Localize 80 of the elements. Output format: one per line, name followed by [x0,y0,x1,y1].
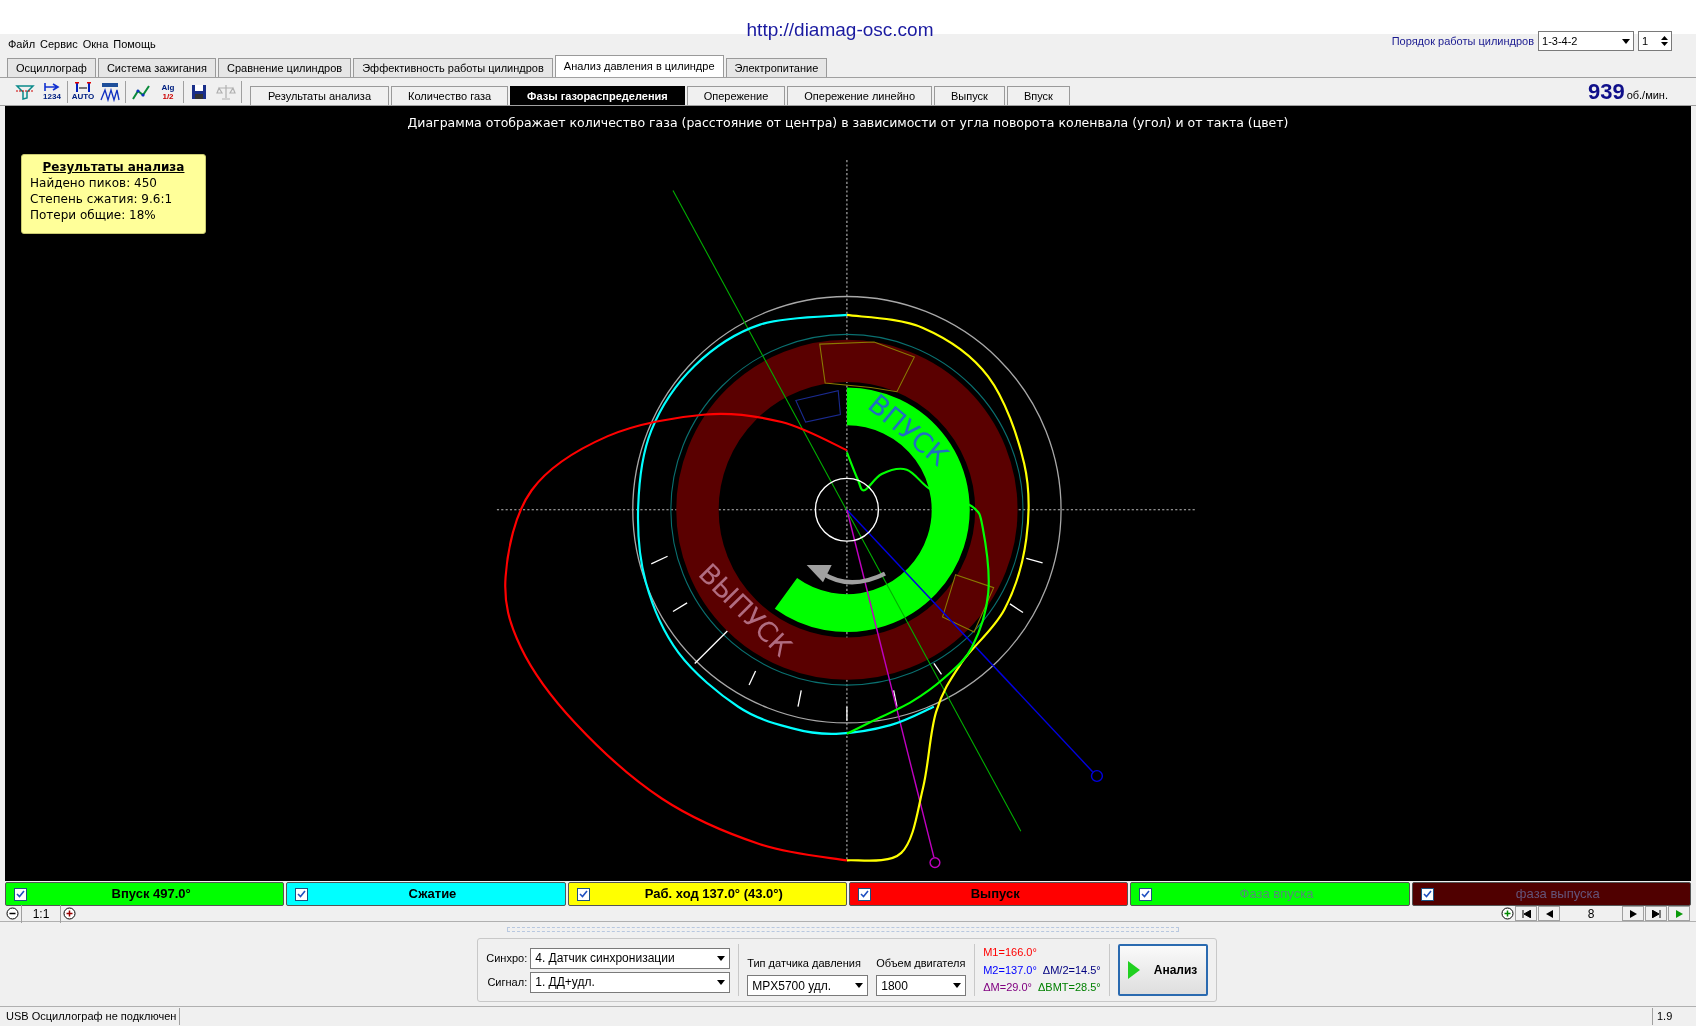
marker-reading: M1=166.0° [983,945,1037,961]
spin-arrows-icon [1661,35,1668,47]
triangle-right-icon [1629,909,1637,918]
tab[interactable]: Система зажигания [97,58,216,77]
caret-icon [953,983,962,988]
legend-label: Сжатие [407,885,458,904]
next-button[interactable] [1622,906,1644,921]
previous-button[interactable] [1538,906,1560,921]
results-line: Потери общие: 18% [30,207,157,223]
checkbox[interactable] [1420,887,1434,901]
menu-item[interactable]: Файл [8,35,36,52]
sensor-type-label: Тип датчика давления [747,955,862,971]
checkbox[interactable] [1139,887,1153,901]
tab[interactable]: Количество газа [391,86,509,105]
tab[interactable]: Эффективность работы цилиндров [353,58,553,77]
tab[interactable]: Выпуск [934,86,1005,105]
tab[interactable]: Опережение [686,86,786,105]
signal-label: Сигнал: [487,974,528,990]
tab[interactable]: Электропитание [725,58,828,77]
version-label: 1.9 [1652,1008,1696,1025]
engine-volume-select[interactable]: 1800 [876,975,967,996]
checkbox[interactable] [858,887,871,901]
triangle-left-icon [1545,909,1553,918]
diagram-caption: Диаграмма отображает количество газа (расстояние от центра) в зависимости от угла поворота коленвала (угол) и от такта (цвет) [407,114,1289,132]
cylinder-spinner[interactable]: 1 [1638,31,1672,51]
play-icon [1675,909,1683,918]
marker-reading: ΔM=29.0° [983,980,1032,996]
website-url[interactable]: http://diamag-osc.com [746,15,934,44]
marker-reading: ΔM/2=14.5° [1042,962,1101,978]
tab[interactable]: Сравнение цилиндров [218,58,352,77]
frame-number: 8 [1586,905,1596,923]
zoom-in-icon[interactable] [63,907,76,920]
sync-label: Синхро: [486,950,528,966]
legend-label: Впуск 497.0° [110,885,192,904]
legend-label: Выпуск [969,885,1021,904]
caret-icon [717,979,726,985]
first-button[interactable] [1515,906,1537,921]
caret-icon [717,955,726,961]
center-circle [814,477,880,542]
menu-item[interactable]: Окна [82,35,109,52]
sector-outline [941,574,995,633]
peaks-icon[interactable] [99,80,121,103]
skip-forward-icon [1651,909,1661,918]
results-title: Результаты анализа [41,159,186,175]
tab[interactable]: Фазы газораспределения [510,86,685,105]
cylinder-order-select[interactable]: 1-3-4-2 [1538,31,1634,51]
tab[interactable]: Впуск [1006,86,1070,105]
engine-volume-label: Объем двигателя [876,955,967,971]
tab[interactable]: Результаты анализа [250,86,390,105]
sync-select[interactable]: 4. Датчик синхронизации [530,947,731,969]
caret-icon [855,983,864,988]
results-line: Найдено пиков: 450 [30,175,158,191]
add-icon[interactable] [1501,907,1514,920]
tab[interactable]: Анализ давления в цилиндре [554,55,724,77]
legend-label: Фаза впуска [1238,885,1315,904]
checkbox[interactable] [14,887,27,901]
checkbox[interactable] [576,887,590,901]
menu-item[interactable]: Помощь [113,35,156,52]
tab[interactable]: Опережение линейно [787,86,932,105]
status-message: USB Осциллограф не подключен [0,1008,180,1025]
caret-icon [1622,38,1630,44]
analyze-button[interactable]: Анализ [1117,944,1208,996]
legend-label: фаза выпуска [1514,885,1601,904]
zoom-out-icon[interactable] [6,907,19,920]
legend-label: Раб. ход 137.0° (43.0°) [643,885,784,904]
marker-reading: M2=137.0° [983,962,1037,978]
sensor-type-select[interactable]: MPX5700 удл. [747,975,869,996]
results-line: Степень сжатия: 9.6:1 [30,191,174,207]
menu-item[interactable]: Сервис [40,35,78,52]
zoom-level: 1:1 [21,904,61,923]
play-icon [1127,961,1140,979]
last-button[interactable] [1645,906,1667,921]
tab[interactable]: Осциллограф [7,58,96,77]
skip-back-icon [1521,909,1531,918]
checkbox[interactable] [295,887,309,901]
rpm-value: 939 [1587,78,1625,106]
rpm-unit: об./мин. [1626,88,1668,103]
marker-reading: ΔВМТ=28.5° [1037,980,1101,996]
signal-select[interactable]: 1. ДД+удл. [530,971,731,993]
cylinder-order-label: Порядок работы цилиндров [1391,33,1534,49]
